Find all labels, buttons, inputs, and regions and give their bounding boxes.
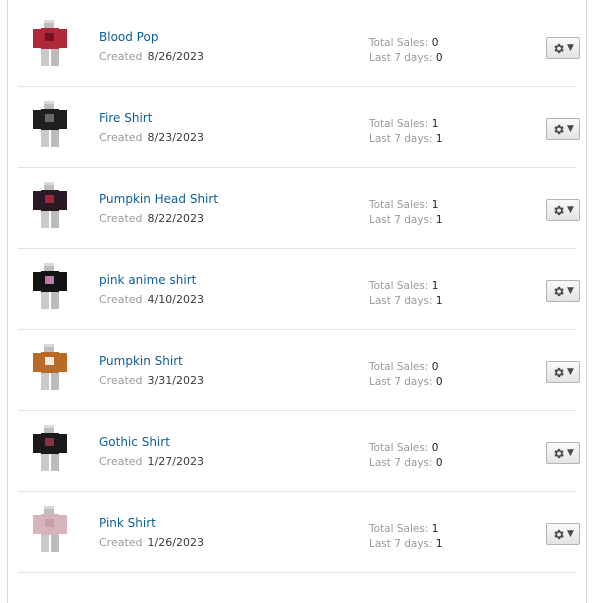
item-name-link[interactable]: Gothic Shirt xyxy=(99,435,170,449)
last-7-days-label: Last 7 days: xyxy=(369,214,433,226)
created-info: Created 3/31/2023 xyxy=(99,374,204,387)
created-info: Created 1/27/2023 xyxy=(99,455,204,468)
caret-down-icon: ▼ xyxy=(567,204,574,215)
caret-down-icon: ▼ xyxy=(567,285,574,296)
last-7-days-value: 1 xyxy=(435,214,443,226)
sales-stats: Total Sales: 1 Last 7 days: 1 xyxy=(369,198,443,228)
total-sales-label: Total Sales: xyxy=(369,199,429,211)
total-sales-label: Total Sales: xyxy=(369,523,429,535)
gear-icon xyxy=(552,366,565,379)
caret-down-icon: ▼ xyxy=(567,42,574,53)
total-sales-value: 1 xyxy=(431,280,439,292)
created-date: 4/10/2023 xyxy=(147,293,204,306)
created-info: Created 1/26/2023 xyxy=(99,536,204,549)
created-date: 1/27/2023 xyxy=(147,455,204,468)
item-settings-button[interactable]: ▼ xyxy=(546,118,580,140)
item-settings-button[interactable]: ▼ xyxy=(546,280,580,302)
item-settings-button[interactable]: ▼ xyxy=(546,442,580,464)
sales-stats: Total Sales: 0 Last 7 days: 0 xyxy=(369,360,443,390)
item-settings-button[interactable]: ▼ xyxy=(546,37,580,59)
shirt-thumbnail[interactable] xyxy=(30,504,70,554)
sales-stats: Total Sales: 0 Last 7 days: 0 xyxy=(369,36,443,66)
item-name-link[interactable]: Pumpkin Head Shirt xyxy=(99,192,218,206)
created-label: Created xyxy=(99,374,143,387)
item-row: Gothic Shirt Created 1/27/2023 Total Sales:… xyxy=(18,410,580,492)
shirt-thumbnail[interactable] xyxy=(30,99,70,149)
last-7-days-value: 1 xyxy=(435,295,443,307)
total-sales-label: Total Sales: xyxy=(369,280,429,292)
caret-down-icon: ▼ xyxy=(567,366,574,377)
created-label: Created xyxy=(99,455,143,468)
last-7-days-label: Last 7 days: xyxy=(369,295,433,307)
total-sales-label: Total Sales: xyxy=(369,442,429,454)
total-sales-value: 0 xyxy=(431,37,439,49)
created-label: Created xyxy=(99,50,143,63)
total-sales-label: Total Sales: xyxy=(369,361,429,373)
last-7-days-value: 1 xyxy=(435,538,443,550)
created-date: 1/26/2023 xyxy=(147,536,204,549)
created-info: Created 8/23/2023 xyxy=(99,131,204,144)
item-row: Pumpkin Shirt Created 3/31/2023 Total Sales… xyxy=(18,329,580,411)
created-date: 8/23/2023 xyxy=(147,131,204,144)
total-sales-label: Total Sales: xyxy=(369,118,429,130)
last-7-days-label: Last 7 days: xyxy=(369,376,433,388)
gear-icon xyxy=(552,123,565,136)
last-7-days-value: 0 xyxy=(435,457,443,469)
sales-stats: Total Sales: 1 Last 7 days: 1 xyxy=(369,522,443,552)
sales-stats: Total Sales: 1 Last 7 days: 1 xyxy=(369,279,443,309)
last-7-days-value: 0 xyxy=(435,52,443,64)
created-label: Created xyxy=(99,293,143,306)
gear-icon xyxy=(552,447,565,460)
item-row: pink anime shirt Created 4/10/2023 Total Sa… xyxy=(18,248,580,330)
item-settings-button[interactable]: ▼ xyxy=(546,199,580,221)
gear-icon xyxy=(552,528,565,541)
created-info: Created 8/26/2023 xyxy=(99,50,204,63)
last-7-days-value: 1 xyxy=(435,133,443,145)
item-name-link[interactable]: Fire Shirt xyxy=(99,111,152,125)
item-settings-button[interactable]: ▼ xyxy=(546,523,580,545)
shirt-thumbnail[interactable] xyxy=(30,18,70,68)
created-label: Created xyxy=(99,131,143,144)
total-sales-value: 0 xyxy=(431,361,439,373)
last-7-days-label: Last 7 days: xyxy=(369,133,433,145)
last-7-days-label: Last 7 days: xyxy=(369,538,433,550)
caret-down-icon: ▼ xyxy=(567,123,574,134)
shirt-thumbnail[interactable] xyxy=(30,180,70,230)
shirt-thumbnail[interactable] xyxy=(30,261,70,311)
last-7-days-value: 0 xyxy=(435,376,443,388)
total-sales-label: Total Sales: xyxy=(369,37,429,49)
last-7-days-label: Last 7 days: xyxy=(369,457,433,469)
created-label: Created xyxy=(99,212,143,225)
gear-icon xyxy=(552,42,565,55)
gear-icon xyxy=(552,204,565,217)
sales-stats: Total Sales: 0 Last 7 days: 0 xyxy=(369,441,443,471)
item-name-link[interactable]: pink anime shirt xyxy=(99,273,196,287)
created-label: Created xyxy=(99,536,143,549)
item-name-link[interactable]: Pumpkin Shirt xyxy=(99,354,183,368)
created-date: 8/22/2023 xyxy=(147,212,204,225)
last-7-days-label: Last 7 days: xyxy=(369,52,433,64)
item-row: Blood Pop Created 8/26/2023 Total Sales: 0L… xyxy=(18,5,580,87)
item-row: Fire Shirt Created 8/23/2023 Total Sales: 1… xyxy=(18,86,580,168)
caret-down-icon: ▼ xyxy=(567,528,574,539)
caret-down-icon: ▼ xyxy=(567,447,574,458)
created-info: Created 4/10/2023 xyxy=(99,293,204,306)
created-date: 8/26/2023 xyxy=(147,50,204,63)
created-date: 3/31/2023 xyxy=(147,374,204,387)
sales-stats: Total Sales: 1 Last 7 days: 1 xyxy=(369,117,443,147)
total-sales-value: 0 xyxy=(431,442,439,454)
item-settings-button[interactable]: ▼ xyxy=(546,361,580,383)
item-name-link[interactable]: Pink Shirt xyxy=(99,516,156,530)
total-sales-value: 1 xyxy=(431,199,439,211)
creations-panel: Blood Pop Created 8/26/2023 Total Sales: 0L… xyxy=(7,0,587,603)
shirt-thumbnail[interactable] xyxy=(30,342,70,392)
item-row: Pumpkin Head Shirt Created 8/22/2023 Total … xyxy=(18,167,580,249)
total-sales-value: 1 xyxy=(431,118,439,130)
gear-icon xyxy=(552,285,565,298)
shirt-thumbnail[interactable] xyxy=(30,423,70,473)
total-sales-value: 1 xyxy=(431,523,439,535)
created-info: Created 8/22/2023 xyxy=(99,212,204,225)
item-name-link[interactable]: Blood Pop xyxy=(99,30,158,44)
item-row: Pink Shirt Created 1/26/2023 Total Sales: 1… xyxy=(18,491,580,573)
